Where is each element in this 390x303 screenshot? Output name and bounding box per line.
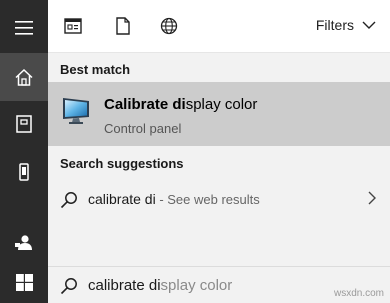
search-icon — [60, 192, 77, 209]
device-button[interactable] — [0, 148, 48, 196]
start-rail — [0, 0, 48, 303]
hamburger-menu-button[interactable] — [0, 4, 48, 52]
apps-window-icon — [64, 18, 82, 34]
best-match-subtitle: Control panel — [104, 121, 182, 136]
globe-icon — [160, 17, 178, 35]
suggestion-text: calibrate di - See web results — [88, 191, 260, 207]
filters-label: Filters — [315, 17, 354, 33]
document-icon — [116, 17, 130, 35]
chevron-down-icon — [362, 21, 376, 29]
notebook-icon — [16, 115, 32, 133]
home-button[interactable] — [0, 53, 48, 101]
windows-logo-icon — [15, 273, 33, 291]
search-autocomplete-text: splay color — [160, 277, 233, 294]
search-scope-bar: Filters — [48, 0, 390, 53]
device-icon — [19, 163, 29, 181]
best-match-result[interactable]: Calibrate display color Control panel — [48, 82, 390, 146]
search-suggestions-header: Search suggestions — [60, 156, 184, 171]
best-match-title: Calibrate display color — [104, 96, 257, 113]
best-match-title-rest: splay color — [185, 96, 258, 113]
documents-scope-button[interactable] — [111, 14, 135, 38]
suggestion-hint: - See web results — [155, 192, 260, 207]
watermark: wsxdn.com — [333, 288, 384, 299]
home-icon — [15, 68, 33, 86]
best-match-title-bold: Calibrate di — [104, 96, 186, 113]
apps-scope-button[interactable] — [61, 14, 85, 38]
search-icon — [60, 278, 77, 295]
best-match-header: Best match — [60, 62, 131, 77]
web-suggestion-item[interactable]: calibrate di - See web results — [48, 181, 390, 217]
search-box[interactable]: calibrate display color wsxdn.com — [48, 266, 390, 303]
monitor-icon — [63, 98, 89, 124]
web-scope-button[interactable] — [157, 14, 181, 38]
feedback-icon — [15, 235, 32, 250]
chevron-right-icon[interactable] — [368, 191, 376, 205]
filters-dropdown[interactable]: Filters — [316, 17, 376, 33]
documents-button[interactable] — [0, 100, 48, 148]
search-results-panel: Best match Calibrate display color Contr… — [48, 53, 390, 266]
search-input[interactable]: calibrate display color — [88, 277, 232, 294]
suggestion-query: calibrate di — [88, 191, 156, 207]
start-button[interactable] — [0, 258, 48, 303]
search-typed-text: calibrate di — [88, 277, 161, 294]
hamburger-icon — [15, 21, 33, 35]
